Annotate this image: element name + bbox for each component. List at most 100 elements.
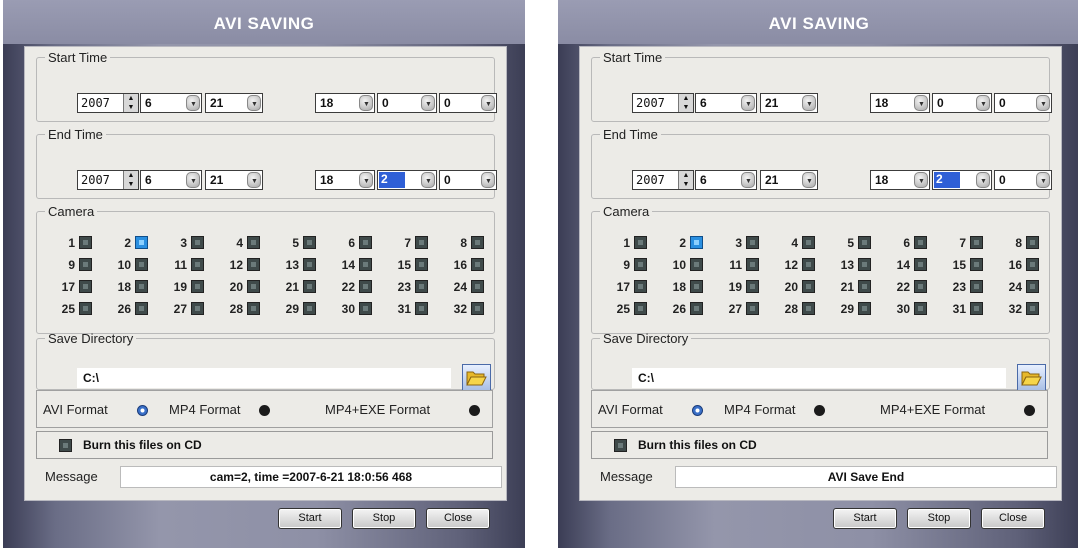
mp4-format-radio[interactable] <box>259 405 270 416</box>
camera-checkbox[interactable]: 15 <box>373 257 433 273</box>
end-time-day-select[interactable]: 21 ▼ <box>205 170 263 190</box>
camera-check-icon[interactable] <box>79 258 92 271</box>
camera-check-icon[interactable] <box>1026 280 1039 293</box>
chevron-down-icon[interactable]: ▼ <box>247 95 261 111</box>
camera-checkbox[interactable]: 2 <box>648 235 708 251</box>
chevron-down-icon[interactable]: ▼ <box>1036 172 1050 188</box>
end-time-hour-select[interactable]: 18 ▼ <box>870 170 930 190</box>
camera-check-icon[interactable] <box>802 236 815 249</box>
mp4-format-label[interactable]: MP4 Format <box>169 402 241 417</box>
start-time-hour-select[interactable]: 18 ▼ <box>870 93 930 113</box>
camera-check-icon[interactable] <box>79 236 92 249</box>
camera-check-icon[interactable] <box>79 302 92 315</box>
camera-checkbox[interactable]: 25 <box>37 301 97 317</box>
chevron-down-icon[interactable]: ▼ <box>802 95 816 111</box>
camera-checkbox[interactable]: 25 <box>592 301 652 317</box>
camera-check-icon[interactable] <box>690 258 703 271</box>
chevron-down-icon[interactable]: ▼ <box>741 95 755 111</box>
camera-checkbox[interactable]: 1 <box>592 235 652 251</box>
start-time-hour-select[interactable]: 18 ▼ <box>315 93 375 113</box>
save-directory-input[interactable]: C:\ <box>77 368 451 388</box>
camera-check-icon[interactable] <box>303 280 316 293</box>
start-time-minute-select[interactable]: 0 ▼ <box>932 93 992 113</box>
chevron-down-icon[interactable]: ▼ <box>914 172 928 188</box>
camera-checkbox[interactable]: 7 <box>928 235 988 251</box>
camera-checkbox[interactable]: 28 <box>205 301 265 317</box>
camera-checkbox[interactable]: 11 <box>704 257 764 273</box>
camera-checkbox[interactable]: 18 <box>93 279 153 295</box>
camera-check-icon[interactable] <box>970 280 983 293</box>
burn-cd-checkbox[interactable] <box>614 439 627 452</box>
avi-format-radio[interactable] <box>692 405 703 416</box>
mp4exe-format-label[interactable]: MP4+EXE Format <box>325 402 430 417</box>
start-time-day-select[interactable]: 21 ▼ <box>205 93 263 113</box>
camera-checkbox[interactable]: 16 <box>984 257 1044 273</box>
camera-check-icon[interactable] <box>802 258 815 271</box>
camera-checkbox[interactable]: 18 <box>648 279 708 295</box>
end-time-minute-select[interactable]: 2 ▼ <box>377 170 437 190</box>
camera-check-icon[interactable] <box>858 258 871 271</box>
camera-checkbox[interactable]: 14 <box>872 257 932 273</box>
camera-check-icon[interactable] <box>247 302 260 315</box>
camera-checkbox[interactable]: 31 <box>928 301 988 317</box>
camera-checkbox[interactable]: 8 <box>984 235 1044 251</box>
camera-checkbox[interactable]: 19 <box>149 279 209 295</box>
camera-checkbox[interactable]: 12 <box>760 257 820 273</box>
camera-checkbox[interactable]: 19 <box>704 279 764 295</box>
start-time-second-select[interactable]: 0 ▼ <box>439 93 497 113</box>
end-time-second-select[interactable]: 0 ▼ <box>994 170 1052 190</box>
start-time-month-select[interactable]: 6 ▼ <box>140 93 202 113</box>
camera-check-icon[interactable] <box>135 236 148 249</box>
end-time-minute-select[interactable]: 2 ▼ <box>932 170 992 190</box>
camera-checkbox[interactable]: 20 <box>205 279 265 295</box>
mp4-format-label[interactable]: MP4 Format <box>724 402 796 417</box>
spin-up-icon[interactable]: ▲ <box>124 171 138 180</box>
camera-check-icon[interactable] <box>191 258 204 271</box>
camera-checkbox[interactable]: 5 <box>261 235 321 251</box>
camera-check-icon[interactable] <box>415 302 428 315</box>
camera-checkbox[interactable]: 1 <box>37 235 97 251</box>
camera-check-icon[interactable] <box>634 280 647 293</box>
camera-checkbox[interactable]: 26 <box>648 301 708 317</box>
camera-checkbox[interactable]: 23 <box>928 279 988 295</box>
avi-format-label[interactable]: AVI Format <box>598 402 663 417</box>
chevron-down-icon[interactable]: ▼ <box>359 172 373 188</box>
mp4-format-radio[interactable] <box>814 405 825 416</box>
camera-check-icon[interactable] <box>746 258 759 271</box>
camera-checkbox[interactable]: 20 <box>760 279 820 295</box>
camera-check-icon[interactable] <box>914 302 927 315</box>
camera-checkbox[interactable]: 30 <box>317 301 377 317</box>
end-time-hour-select[interactable]: 18 ▼ <box>315 170 375 190</box>
camera-checkbox[interactable]: 13 <box>816 257 876 273</box>
avi-format-radio[interactable] <box>137 405 148 416</box>
browse-folder-button[interactable] <box>1017 364 1046 391</box>
close-button[interactable]: Close <box>426 508 490 529</box>
camera-checkbox[interactable]: 10 <box>93 257 153 273</box>
camera-checkbox[interactable]: 6 <box>872 235 932 251</box>
camera-check-icon[interactable] <box>802 280 815 293</box>
camera-checkbox[interactable]: 15 <box>928 257 988 273</box>
chevron-down-icon[interactable]: ▼ <box>421 95 435 111</box>
mp4exe-format-radio[interactable] <box>469 405 480 416</box>
spin-arrows-icon[interactable]: ▲ ▼ <box>123 94 138 112</box>
camera-check-icon[interactable] <box>247 280 260 293</box>
camera-checkbox[interactable]: 22 <box>872 279 932 295</box>
camera-checkbox[interactable]: 30 <box>872 301 932 317</box>
camera-checkbox[interactable]: 29 <box>816 301 876 317</box>
camera-check-icon[interactable] <box>247 236 260 249</box>
spin-up-icon[interactable]: ▲ <box>679 171 693 180</box>
camera-check-icon[interactable] <box>359 280 372 293</box>
camera-check-icon[interactable] <box>135 280 148 293</box>
end-time-year-spinner[interactable]: 2007 ▲ ▼ <box>77 170 139 190</box>
camera-check-icon[interactable] <box>471 302 484 315</box>
camera-check-icon[interactable] <box>191 302 204 315</box>
start-button[interactable]: Start <box>278 508 342 529</box>
save-directory-input[interactable]: C:\ <box>632 368 1006 388</box>
camera-check-icon[interactable] <box>303 258 316 271</box>
chevron-down-icon[interactable]: ▼ <box>976 172 990 188</box>
title-bar[interactable]: AVI SAVING <box>558 0 1078 44</box>
spin-up-icon[interactable]: ▲ <box>679 94 693 103</box>
mp4exe-format-radio[interactable] <box>1024 405 1035 416</box>
camera-checkbox[interactable]: 32 <box>429 301 489 317</box>
camera-checkbox[interactable]: 12 <box>205 257 265 273</box>
